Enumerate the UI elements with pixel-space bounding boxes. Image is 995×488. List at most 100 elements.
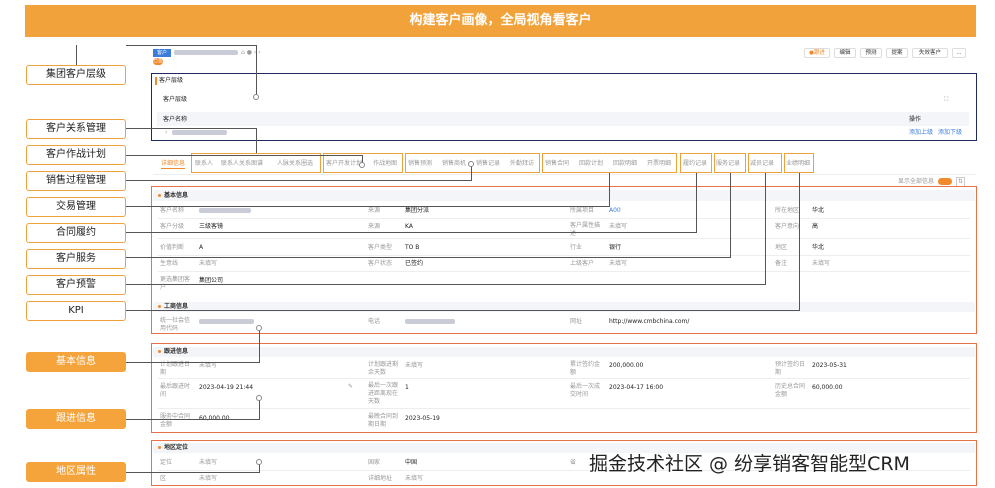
field-label: 预计签约日期 [775, 361, 806, 376]
field-value: 未填写 [405, 475, 424, 482]
label-transaction: 交易管理 [26, 197, 126, 217]
field-value: 200,000.00 [609, 362, 644, 369]
website-value[interactable]: http://www.cmbchina.com/ [609, 318, 689, 326]
field-label: 备注 [775, 260, 788, 267]
watermark: 掘金技术社区 @ 纷享销客智能型CRM [589, 453, 910, 475]
connector [696, 173, 697, 233]
row-divider [158, 255, 970, 256]
col-customer-name: 客户名称 [163, 116, 188, 123]
tab-detail[interactable]: 详细信息 [161, 160, 186, 169]
forecast-button[interactable]: 预测 [860, 48, 882, 58]
field-label: 国家 [368, 459, 381, 466]
field-label: 网址 [570, 318, 583, 325]
field-value: 未填写 [199, 459, 218, 466]
hierarchy-sub-title: 客户层级 [163, 96, 188, 103]
page-banner: 构建客户画像，全局视角看客户 [25, 5, 976, 37]
connector [126, 180, 471, 181]
customer-name-blurred [174, 50, 238, 55]
nav-arrows-icon[interactable]: ⌂ ● ‹ › [241, 49, 261, 57]
label-relationship: 客户关系管理 [26, 119, 126, 139]
connector [730, 173, 731, 258]
field-value: 2023-04-17 16:00 [609, 384, 664, 391]
connector [765, 173, 766, 285]
row-divider [158, 378, 970, 379]
kpi-tab-box [784, 153, 814, 173]
connector [256, 128, 257, 153]
field-label: 客户名称 [160, 207, 185, 214]
customer-tag: 客户 [153, 49, 171, 57]
hierarchy-box [151, 73, 977, 141]
field-value: 未填写 [609, 223, 628, 230]
connector [126, 362, 259, 363]
connector-dot [256, 325, 262, 331]
edit-icon[interactable]: ✎ [348, 383, 353, 391]
field-label: 电话 [368, 318, 381, 325]
field-label: 所属项目 [570, 207, 595, 214]
connector [126, 419, 259, 420]
field-label: 行业 [570, 244, 583, 251]
connector [126, 128, 256, 129]
field-value: 集团分派 [405, 207, 430, 214]
field-label: 最后一次成交时间 [570, 383, 601, 398]
field-label: 客户类型 [368, 244, 393, 251]
field-label: 计划跟进日期 [160, 361, 191, 376]
alert-tab-box [748, 153, 782, 173]
field-label: 省 [570, 459, 577, 466]
status-tag: 已签 [153, 58, 164, 65]
connector [256, 45, 257, 97]
service-tab-box [714, 153, 746, 173]
field-value: 华北 [812, 244, 825, 251]
region-title: 地区定位 [158, 444, 188, 452]
connector [126, 310, 799, 311]
connector [259, 328, 260, 363]
field-value: 2023-05-19 [405, 415, 440, 422]
field-value: 未填写 [199, 260, 218, 267]
connector [126, 45, 256, 46]
field-value: 未填写 [405, 362, 424, 369]
label-followup-info: 跟进信息 [26, 409, 126, 429]
connector [76, 45, 77, 65]
credit-code-value [199, 319, 254, 324]
customer-name-value [199, 208, 251, 213]
more-button[interactable]: ... [952, 48, 966, 58]
connector [126, 284, 765, 285]
col-operations: 操作 [909, 116, 922, 123]
add-parent-link[interactable]: 添加上级 [909, 129, 933, 137]
followup-header [153, 347, 975, 357]
hierarchy-table-header [157, 112, 969, 126]
basic-info-header [153, 190, 975, 201]
label-service: 客户服务 [26, 249, 126, 269]
field-label: 定位 [160, 459, 173, 466]
field-value: 1 [405, 384, 409, 391]
follow-button[interactable]: ●跟进 [804, 48, 830, 58]
invalidate-button[interactable]: 失效客户 [912, 48, 948, 58]
field-value: 华北 [812, 207, 825, 214]
label-sales-process: 销售过程管理 [26, 171, 126, 191]
add-child-link[interactable]: 添加下级 [938, 129, 962, 137]
connector [259, 398, 260, 420]
field-label: 生意线 [160, 260, 179, 267]
proposal-button[interactable]: 提案 [886, 48, 908, 58]
field-label: 来源 [368, 223, 381, 230]
field-value-link[interactable]: A00 [609, 207, 621, 215]
field-value: 60,000.00 [812, 384, 843, 391]
tree-toggle-icon[interactable]: › [165, 129, 167, 137]
edit-button[interactable]: 编辑 [834, 48, 856, 58]
field-value: TO B [405, 244, 420, 251]
field-value: A [199, 244, 204, 251]
field-label: 地区 [775, 244, 788, 251]
field-label: 服务中合同金额 [160, 413, 191, 428]
field-label: 计划跟进剩余天数 [368, 361, 399, 376]
row-divider [158, 218, 970, 219]
followup-title: 跟进信息 [158, 348, 188, 356]
field-label: 详细地址 [368, 475, 393, 482]
field-label: 统一社会信用代码 [160, 317, 191, 332]
field-label: 客户分级 [160, 223, 185, 230]
label-region-attr: 地区属性 [26, 462, 126, 482]
show-all-toggle[interactable] [938, 178, 952, 185]
field-label: 所在地区 [775, 207, 800, 214]
expand-icon[interactable]: ⛶ [944, 96, 948, 104]
label-alert: 客户预警 [26, 275, 126, 295]
row-divider [158, 408, 970, 409]
hierarchy-row-name [172, 130, 227, 135]
